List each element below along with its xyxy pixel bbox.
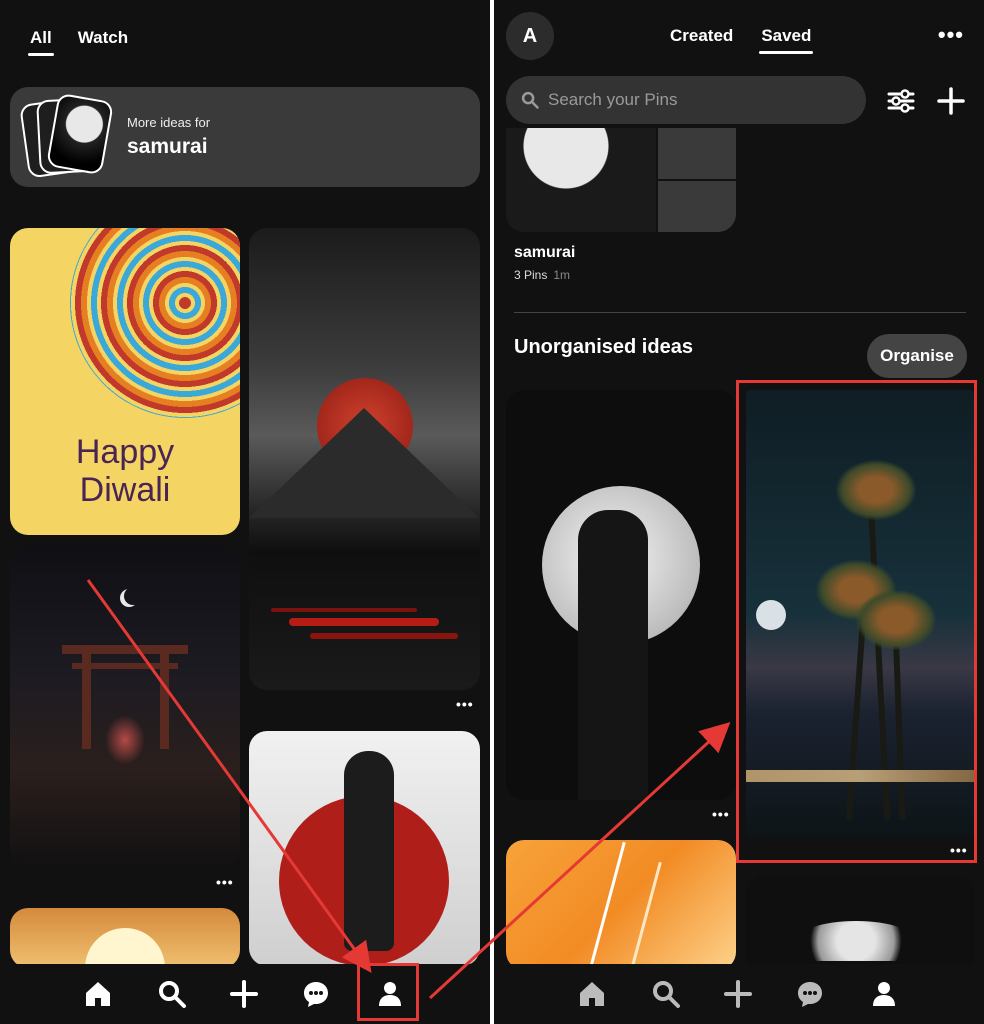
mandala-art (70, 228, 240, 418)
create-icon[interactable] (722, 978, 754, 1010)
more-ideas-card[interactable]: More ideas for samurai (10, 87, 480, 187)
moon-samurai-more-button[interactable]: ••• (712, 806, 730, 822)
section-divider (514, 312, 966, 313)
home-icon[interactable] (576, 978, 608, 1010)
left-screen: All Watch More ideas for samurai Happy D… (0, 0, 490, 1024)
torii-pin-more-button[interactable]: ••• (216, 874, 234, 890)
bottom-nav (0, 964, 490, 1024)
white-flowers-pin[interactable] (746, 876, 974, 976)
section-title: Unorganised ideas (514, 336, 693, 358)
search-pins-input[interactable]: Search your Pins (506, 76, 866, 124)
crescent-moon (124, 587, 142, 605)
filter-icon[interactable] (886, 86, 916, 116)
board-name: samurai (514, 244, 576, 261)
messages-icon[interactable] (300, 978, 332, 1010)
red-moon-mountain-pin[interactable] (249, 228, 480, 690)
create-icon[interactable] (228, 978, 260, 1010)
right-screen: A Created Saved ••• Search your Pins sam… (494, 0, 984, 1024)
add-icon[interactable] (936, 86, 966, 116)
board-cover (506, 128, 656, 232)
torii-gate-pin[interactable] (10, 545, 240, 867)
home-tabs: All Watch (28, 28, 128, 56)
more-options-icon[interactable]: ••• (938, 22, 964, 48)
samurai-board[interactable] (506, 128, 736, 232)
red-reflection (289, 618, 439, 626)
small-moon (756, 600, 786, 630)
profile-tabs: Created Saved (670, 26, 814, 54)
red-sun-samurai-pin[interactable] (249, 731, 480, 966)
lightning-pin[interactable] (506, 840, 736, 970)
diwali-pin[interactable]: Happy Diwali (10, 228, 240, 535)
search-icon (521, 91, 539, 109)
tab-all[interactable]: All (28, 28, 54, 56)
sunset-pin[interactable] (10, 908, 240, 968)
profile-icon[interactable] (868, 978, 900, 1010)
ideas-thumbnail-stack (19, 92, 114, 179)
more-ideas-title: samurai (127, 135, 208, 158)
profile-icon[interactable] (374, 978, 406, 1010)
board-meta: 3 Pins 1m (514, 268, 571, 282)
organise-button[interactable]: Organise (867, 334, 967, 378)
tab-watch[interactable]: Watch (78, 28, 128, 48)
palm-pin-more-button[interactable]: ••• (950, 842, 968, 858)
search-icon[interactable] (156, 978, 188, 1010)
more-ideas-subtitle: More ideas for (127, 115, 211, 130)
samurai-silhouette (578, 510, 648, 800)
search-placeholder: Search your Pins (548, 90, 678, 109)
mountain-pin-more-button[interactable]: ••• (456, 696, 474, 712)
messages-icon[interactable] (794, 978, 826, 1010)
home-icon[interactable] (82, 978, 114, 1010)
search-icon[interactable] (650, 978, 682, 1010)
moon-samurai-pin[interactable] (506, 390, 736, 800)
mountain-peak (249, 408, 479, 518)
avatar[interactable]: A (506, 12, 554, 60)
tab-saved[interactable]: Saved (759, 26, 814, 54)
palm-beach-pin[interactable] (746, 390, 974, 838)
bottom-nav (494, 964, 984, 1024)
diwali-text: Happy Diwali (75, 433, 175, 509)
samurai-silhouette (344, 751, 394, 951)
tab-created[interactable]: Created (670, 26, 733, 46)
